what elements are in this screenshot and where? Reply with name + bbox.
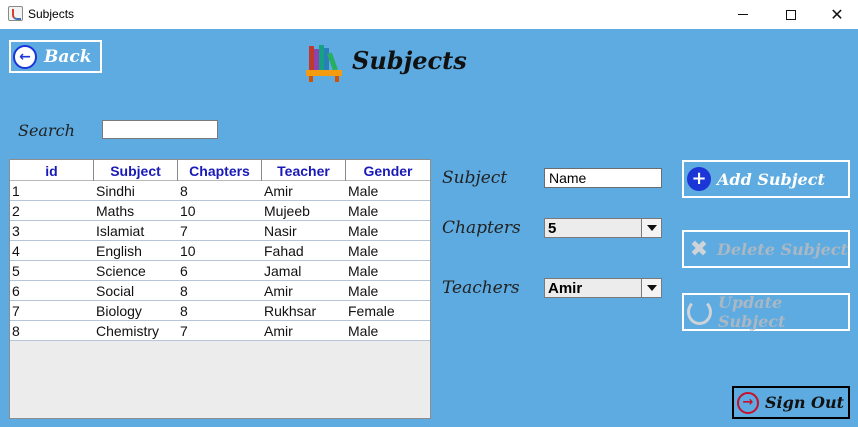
table-row[interactable]: 4 English 10 Fahad Male [10, 241, 430, 261]
cell-teacher: Mujeeb [264, 202, 310, 219]
cell-subject: Chemistry [96, 322, 160, 339]
cell-teacher: Nasir [264, 222, 297, 239]
cell-teacher: Rukhsar [264, 302, 317, 319]
delete-subject-label: Delete Subject [717, 239, 848, 259]
cell-subject: English [96, 242, 142, 259]
update-subject-button[interactable]: Update Subject [682, 293, 850, 331]
table-header: id Subject Chapters Teacher Gender [10, 160, 430, 181]
chapters-label: Chapters [442, 218, 521, 238]
cell-teacher: Amir [264, 282, 293, 299]
cell-subject: Sindhi [96, 182, 135, 199]
table-row[interactable]: 1 Sindhi 8 Amir Male [10, 181, 430, 201]
minimize-icon [738, 14, 748, 15]
subject-label: Subject [442, 168, 508, 188]
books-icon [306, 45, 342, 82]
page-title: Subjects [352, 46, 467, 75]
delete-x-icon: ✖ [689, 236, 709, 262]
window-title: Subjects [28, 7, 75, 21]
cell-chapters: 8 [180, 182, 188, 199]
cell-gender: Female [348, 302, 395, 319]
search-input[interactable] [102, 120, 218, 139]
search-label: Search [18, 121, 75, 140]
cell-id: 4 [12, 242, 20, 259]
plus-circle-icon: + [687, 167, 711, 191]
title-bar: Subjects ✕ [0, 0, 858, 29]
cell-id: 2 [12, 202, 20, 219]
chevron-down-icon[interactable] [641, 219, 661, 237]
cell-gender: Male [348, 182, 379, 199]
sign-out-button[interactable]: → Sign Out [732, 386, 850, 419]
cell-teacher: Amir [264, 182, 293, 199]
cell-chapters: 8 [180, 282, 188, 299]
java-app-icon [8, 6, 23, 21]
refresh-icon [687, 299, 712, 325]
cell-id: 5 [12, 262, 20, 279]
cell-id: 8 [12, 322, 20, 339]
cell-gender: Male [348, 202, 379, 219]
column-header-gender[interactable]: Gender [346, 160, 430, 181]
teachers-label: Teachers [442, 278, 520, 298]
cell-chapters: 10 [180, 242, 196, 259]
cell-gender: Male [348, 262, 379, 279]
close-button[interactable]: ✕ [814, 0, 858, 29]
column-header-chapters[interactable]: Chapters [178, 160, 262, 181]
teachers-select[interactable]: Amir [544, 278, 662, 298]
column-header-id[interactable]: id [10, 160, 94, 181]
minimize-button[interactable] [720, 0, 766, 29]
cell-chapters: 10 [180, 202, 196, 219]
subject-name-input[interactable]: Name [544, 168, 662, 188]
cell-teacher: Amir [264, 322, 293, 339]
cell-chapters: 6 [180, 262, 188, 279]
teachers-select-value: Amir [548, 279, 583, 297]
maximize-icon [786, 9, 796, 20]
update-subject-label: Update Subject [717, 293, 786, 331]
cell-subject: Social [96, 282, 135, 299]
table-row[interactable]: 5 Science 6 Jamal Male [10, 261, 430, 281]
table-row[interactable]: 3 Islamiat 7 Nasir Male [10, 221, 430, 241]
back-button-label: Back [44, 46, 92, 67]
back-arrow-icon: ← [13, 44, 37, 69]
cell-gender: Male [348, 322, 379, 339]
cell-id: 6 [12, 282, 20, 299]
add-subject-label: Add Subject [717, 169, 825, 189]
chevron-down-icon[interactable] [641, 279, 661, 297]
cell-teacher: Fahad [264, 242, 304, 259]
chapters-select-value: 5 [548, 219, 557, 237]
back-button[interactable]: ← Back [9, 40, 102, 73]
column-header-teacher[interactable]: Teacher [262, 160, 346, 181]
cell-gender: Male [348, 222, 379, 239]
sign-out-icon: → [737, 391, 759, 414]
cell-teacher: Jamal [264, 262, 302, 279]
add-subject-button[interactable]: + Add Subject [682, 160, 850, 198]
table-body: 1 Sindhi 8 Amir Male 2 Maths 10 Mujeeb M… [10, 181, 430, 341]
cell-subject: Biology [96, 302, 142, 319]
cell-subject: Maths [96, 202, 135, 219]
cell-subject: Science [96, 262, 146, 279]
close-icon: ✕ [830, 5, 844, 24]
table-row[interactable]: 2 Maths 10 Mujeeb Male [10, 201, 430, 221]
table-row[interactable]: 8 Chemistry 7 Amir Male [10, 321, 430, 341]
delete-subject-button[interactable]: ✖ Delete Subject [682, 230, 850, 268]
sign-out-label: Sign Out [765, 393, 844, 412]
cell-chapters: 7 [180, 322, 188, 339]
cell-id: 3 [12, 222, 20, 239]
table-row[interactable]: 6 Social 8 Amir Male [10, 281, 430, 301]
cell-gender: Male [348, 242, 379, 259]
column-header-subject[interactable]: Subject [94, 160, 178, 181]
cell-id: 7 [12, 302, 20, 319]
cell-id: 1 [12, 182, 20, 199]
cell-chapters: 7 [180, 222, 188, 239]
cell-subject: Islamiat [96, 222, 145, 239]
main-panel: ← Back Subjects Search id Subject Chapte… [0, 29, 858, 427]
table-row[interactable]: 7 Biology 8 Rukhsar Female [10, 301, 430, 321]
cell-chapters: 8 [180, 302, 188, 319]
chapters-select[interactable]: 5 [544, 218, 662, 238]
maximize-button[interactable] [768, 0, 814, 29]
subjects-table[interactable]: id Subject Chapters Teacher Gender 1 Sin… [9, 159, 431, 419]
cell-gender: Male [348, 282, 379, 299]
